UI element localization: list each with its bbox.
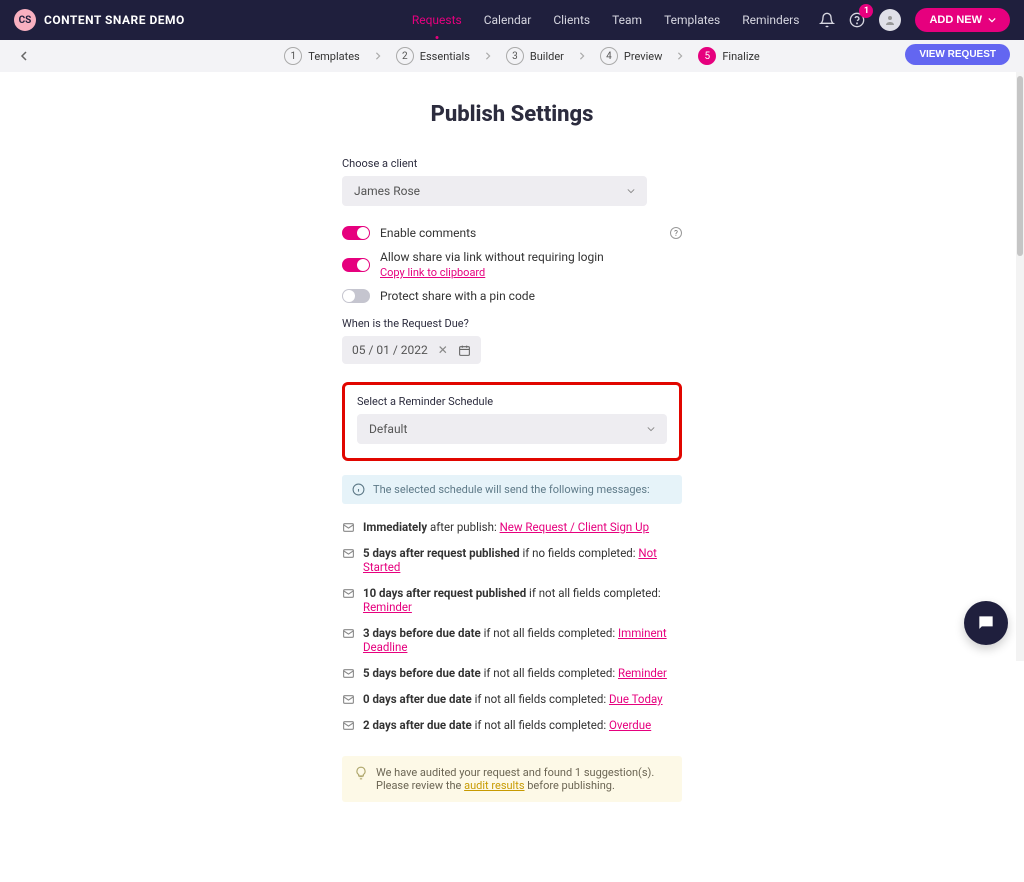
back-arrow[interactable] [14,46,34,66]
nav-calendar[interactable]: Calendar [484,13,532,27]
toggle-sharelink[interactable] [342,258,370,272]
chevron-left-icon [19,51,29,61]
schedule-item: 0 days after due date if not all fields … [342,692,682,706]
brand-name: CONTENT SNARE DEMO [44,13,185,27]
envelope-icon [342,587,355,600]
calendar-icon[interactable] [458,344,471,357]
toggle-pin-label: Protect share with a pin code [380,289,682,303]
toggle-sharelink-row: Allow share via link without requiring l… [342,250,682,279]
help-icon[interactable]: 1 [849,12,865,28]
reminder-value: Default [369,422,407,436]
client-select[interactable]: James Rose [342,176,647,206]
schedule-item: 5 days before due date if not all fields… [342,666,682,680]
info-icon [352,483,365,496]
step-builder[interactable]: 3Builder [506,47,564,65]
schedule-link[interactable]: New Request / Client Sign Up [500,520,649,534]
toggle-comments-label: Enable comments [380,226,660,240]
chat-icon [976,613,996,633]
avatar[interactable] [879,9,901,31]
reminder-label: Select a Reminder Schedule [357,395,667,408]
top-nav: CS CONTENT SNARE DEMO Requests Calendar … [0,0,1024,40]
view-request-button[interactable]: VIEW REQUEST [905,44,1010,65]
schedule-info-banner: The selected schedule will send the foll… [342,475,682,504]
client-label: Choose a client [342,157,682,170]
toggle-pin-row: Protect share with a pin code [342,289,682,303]
nav-clients[interactable]: Clients [553,13,590,27]
help-tooltip-icon[interactable]: ? [670,227,682,239]
step-preview[interactable]: 4Preview [600,47,662,65]
audit-text: We have audited your request and found 1… [376,766,654,792]
stepper: 1Templates 2Essentials 3Builder 4Preview… [284,47,759,65]
schedule-item: 5 days after request published if no fie… [342,546,682,574]
schedule-list: Immediately after publish: New Request /… [342,520,682,732]
reminder-highlight: Select a Reminder Schedule Default [342,382,682,461]
lightbulb-icon [354,766,368,792]
schedule-item: Immediately after publish: New Request /… [342,520,682,534]
toggle-sharelink-label: Allow share via link without requiring l… [380,250,682,279]
toggle-comments-row: Enable comments ? [342,226,682,240]
nav-team[interactable]: Team [612,13,642,27]
audit-box: We have audited your request and found 1… [342,756,682,802]
nav-icons: 1 ADD NEW [819,8,1010,32]
toggle-pin[interactable] [342,289,370,303]
bell-icon[interactable] [819,12,835,28]
scrollbar[interactable] [1016,72,1024,661]
toggle-comments[interactable] [342,226,370,240]
form-area: Choose a client James Rose Enable commen… [342,157,682,461]
nav-reminders[interactable]: Reminders [742,13,799,27]
help-badge: 1 [859,4,873,18]
page-title: Publish Settings [431,102,594,127]
chat-widget[interactable] [964,601,1008,645]
audit-results-link[interactable]: audit results [464,779,524,792]
due-date-value: 05 / 01 / 2022 [352,343,428,357]
client-value: James Rose [354,184,420,198]
brand[interactable]: CS CONTENT SNARE DEMO [14,9,185,31]
chevron-right-icon [578,52,586,60]
envelope-icon [342,667,355,680]
brand-badge: CS [14,9,36,31]
due-label: When is the Request Due? [342,317,682,330]
envelope-icon [342,547,355,560]
schedule-link[interactable]: Reminder [363,600,412,614]
nav-requests[interactable]: Requests [412,13,462,27]
chevron-down-icon [988,16,996,24]
reminder-select[interactable]: Default [357,414,667,444]
schedule-item: 3 days before due date if not all fields… [342,626,682,654]
envelope-icon [342,521,355,534]
main-content: Publish Settings Choose a client James R… [0,72,1024,882]
chevron-right-icon [676,52,684,60]
chevron-right-icon [374,52,382,60]
schedule-link[interactable]: Overdue [609,718,651,732]
chevron-down-icon [627,187,635,195]
envelope-icon [342,719,355,732]
chevron-down-icon [647,425,655,433]
step-templates[interactable]: 1Templates [284,47,359,65]
stepper-bar: 1Templates 2Essentials 3Builder 4Preview… [0,40,1024,72]
clear-date-icon[interactable]: ✕ [438,343,448,357]
copy-link[interactable]: Copy link to clipboard [380,266,682,279]
envelope-icon [342,627,355,640]
add-new-button[interactable]: ADD NEW [915,8,1010,32]
chevron-right-icon [484,52,492,60]
step-finalize[interactable]: 5Finalize [698,47,759,65]
schedule-item: 2 days after due date if not all fields … [342,718,682,732]
step-essentials[interactable]: 2Essentials [396,47,470,65]
schedule-info-text: The selected schedule will send the foll… [373,483,650,496]
schedule-link[interactable]: Due Today [609,692,663,706]
schedule-item: 10 days after request published if not a… [342,586,682,614]
envelope-icon [342,693,355,706]
nav-links: Requests Calendar Clients Team Templates… [412,13,800,27]
add-new-label: ADD NEW [929,14,982,26]
schedule-link[interactable]: Reminder [618,666,667,680]
nav-templates[interactable]: Templates [664,13,720,27]
due-date-input[interactable]: 05 / 01 / 2022 ✕ [342,336,481,364]
